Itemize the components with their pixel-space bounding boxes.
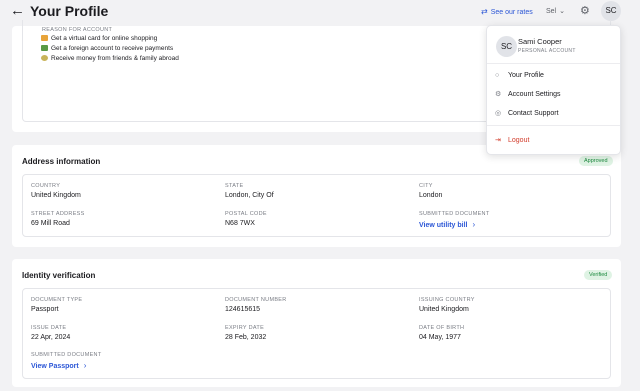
menu-item-label: Logout — [508, 137, 530, 144]
card-icon — [41, 35, 48, 41]
date-of-birth-value: 04 May, 1977 — [419, 334, 461, 341]
user-icon: ○ — [495, 72, 500, 79]
city-value: London — [419, 192, 443, 199]
identity-card: Identity verification Verified DOCUMENT … — [12, 259, 621, 387]
city-label: CITY — [419, 183, 433, 189]
arrow-left-icon[interactable]: ← — [10, 3, 25, 19]
country-label: COUNTRY — [31, 183, 61, 189]
state-label: STATE — [225, 183, 244, 189]
date-of-birth-label: DATE OF BIRTH — [419, 325, 465, 331]
view-utility-bill-label: View utility bill — [419, 222, 468, 229]
identity-panel: DOCUMENT TYPE Passport DOCUMENT NUMBER 1… — [22, 288, 611, 379]
postal-label: POSTAL CODE — [225, 211, 267, 217]
language-value: Sel — [546, 8, 557, 15]
menu-item-label: Your Profile — [508, 72, 544, 79]
chevron-down-icon: ⌄ — [559, 8, 565, 15]
issuing-country-label: ISSUING COUNTRY — [419, 297, 475, 303]
view-utility-bill-link[interactable]: View utility bill › — [419, 220, 475, 230]
menu-item-logout[interactable]: ⇥ Logout — [495, 136, 529, 145]
menu-item-account-settings[interactable]: ⚙ Account Settings — [495, 90, 561, 99]
page-title: Your Profile — [30, 3, 109, 19]
view-passport-link[interactable]: View Passport › — [31, 361, 86, 371]
document-type-label: DOCUMENT TYPE — [31, 297, 83, 303]
document-number-value: 124615615 — [225, 306, 261, 313]
menu-item-your-profile[interactable]: ○ Your Profile — [495, 71, 544, 80]
status-badge: Verified — [584, 270, 613, 280]
bank-icon — [41, 45, 48, 51]
reason-heading: REASON FOR ACCOUNT — [42, 27, 113, 33]
state-value: London, City Of — [225, 192, 274, 199]
reason-item: Receive money from friends & family abro… — [41, 55, 179, 63]
chat-icon: ◎ — [495, 110, 502, 117]
address-panel: COUNTRY United Kingdom STATE London, Cit… — [22, 174, 611, 237]
document-type-value: Passport — [31, 306, 59, 313]
gear-icon[interactable]: ⚙ — [580, 4, 590, 18]
menu-item-label: Account Settings — [508, 91, 561, 98]
exchange-icon: ⇄ — [481, 7, 488, 16]
menu-user-name: Sami Cooper — [518, 37, 562, 46]
menu-divider — [487, 63, 620, 64]
menu-account-type: PERSONAL ACCOUNT — [518, 48, 576, 54]
chevron-right-icon: › — [83, 361, 87, 370]
street-value: 69 Mill Road — [31, 220, 70, 227]
issuing-country-value: United Kingdom — [419, 306, 469, 313]
reason-item-label: Get a foreign account to receive payment… — [51, 45, 174, 52]
logout-icon: ⇥ — [495, 137, 501, 144]
see-rates-label: See our rates — [490, 9, 533, 16]
see-rates-link[interactable]: ⇄ See our rates — [481, 6, 533, 18]
issue-date-value: 22 Apr, 2024 — [31, 334, 71, 341]
view-passport-label: View Passport — [31, 363, 79, 370]
country-value: United Kingdom — [31, 192, 81, 199]
reason-item: Get a foreign account to receive payment… — [41, 45, 173, 53]
identity-title: Identity verification — [22, 271, 96, 280]
street-label: STREET ADDRESS — [31, 211, 85, 217]
menu-item-label: Contact Support — [508, 110, 559, 117]
submitted-document-label: SUBMITTED DOCUMENT — [419, 211, 490, 217]
postal-value: N68 7WX — [225, 220, 255, 227]
menu-divider — [487, 125, 620, 126]
expiry-date-label: EXPIRY DATE — [225, 325, 265, 331]
status-badge: Approved — [579, 156, 613, 166]
submitted-document-label: SUBMITTED DOCUMENT — [31, 352, 102, 358]
chevron-right-icon: › — [472, 220, 476, 229]
issue-date-label: ISSUE DATE — [31, 325, 67, 331]
document-number-label: DOCUMENT NUMBER — [225, 297, 287, 303]
reason-item-label: Receive money from friends & family abro… — [51, 55, 179, 62]
gear-icon: ⚙ — [495, 91, 502, 98]
expiry-date-value: 28 Feb, 2032 — [225, 334, 267, 341]
menu-avatar: SC — [496, 36, 517, 57]
reason-item-label: Get a virtual card for online shopping — [51, 35, 158, 42]
profile-menu: SC Sami Cooper PERSONAL ACCOUNT ○ Your Pr… — [486, 25, 621, 155]
language-select[interactable]: Sel ⌄ — [546, 6, 565, 17]
globe-icon — [41, 55, 48, 61]
reason-item: Get a virtual card for online shopping — [41, 35, 157, 43]
menu-item-contact-support[interactable]: ◎ Contact Support — [495, 109, 559, 118]
address-title: Address information — [22, 157, 101, 166]
avatar[interactable]: SC — [601, 1, 621, 21]
address-card: Address information Approved COUNTRY Uni… — [12, 145, 621, 247]
